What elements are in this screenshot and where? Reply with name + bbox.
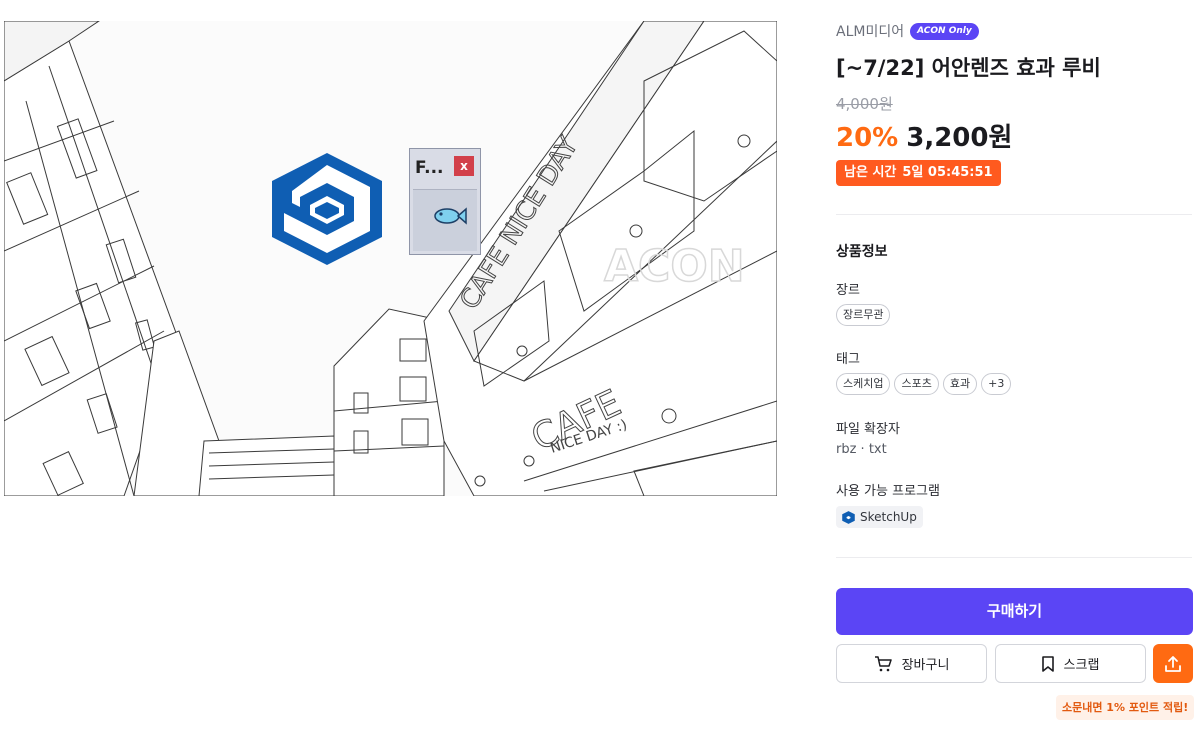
- share-button[interactable]: [1153, 644, 1193, 683]
- divider: [836, 214, 1192, 215]
- add-to-cart-button[interactable]: 장바구니: [836, 644, 987, 683]
- share-upload-icon: [1165, 655, 1181, 672]
- product-title: [~7/22] 어안렌즈 효과 루비: [836, 56, 1101, 80]
- bookmark-icon: [1041, 655, 1054, 672]
- tag-chip[interactable]: 효과: [942, 373, 978, 395]
- file-ext-label: 파일 확장자: [836, 422, 900, 437]
- genre-chip[interactable]: 장르무관: [836, 304, 891, 326]
- tag-chip[interactable]: 스포츠: [894, 373, 939, 395]
- share-promo-tooltip: 소문내면 1% 포인트 적립!: [1056, 695, 1195, 720]
- sketchup-icon: [842, 510, 855, 524]
- tag-chips: 스케치업 스포츠 효과 +3: [836, 373, 1012, 395]
- scrap-label: 스크랩: [1063, 658, 1100, 673]
- close-icon: x: [454, 156, 474, 176]
- sketchup-logo-icon: [272, 153, 382, 265]
- tags-label: 태그: [836, 352, 860, 367]
- cart-icon: [874, 655, 892, 671]
- scrap-button[interactable]: 스크랩: [995, 644, 1146, 683]
- brand-name[interactable]: ALM미디어: [836, 21, 904, 41]
- timer-value: 5일 05:45:51: [902, 165, 993, 180]
- discount-rate: 20%: [836, 123, 899, 153]
- section-title: 상품정보: [836, 244, 888, 260]
- genre-chips: 장르무관: [836, 304, 891, 326]
- price-row: 20% 3,200원: [836, 117, 1012, 154]
- tag-chip[interactable]: 스케치업: [836, 373, 891, 395]
- remaining-time-badge: 남은 시간 5일 05:45:51: [836, 160, 1001, 186]
- fish-icon: [434, 207, 467, 225]
- genre-label: 장르: [836, 283, 860, 298]
- product-image[interactable]: CAFE NICE DAY CAFE NICE DAY :) ACON F...…: [4, 21, 777, 496]
- divider: [836, 557, 1192, 558]
- acon-only-badge: ACON Only: [910, 22, 979, 40]
- timer-label: 남은 시간: [844, 165, 897, 180]
- fisheye-building-illustration: CAFE NICE DAY CAFE NICE DAY :) ACON: [4, 21, 777, 496]
- program-chip-sketchup[interactable]: SketchUp: [836, 506, 923, 528]
- buy-button[interactable]: 구매하기: [836, 588, 1193, 635]
- watermark: ACON: [604, 241, 745, 292]
- program-name: SketchUp: [860, 510, 917, 524]
- more-tags-chip[interactable]: +3: [981, 373, 1012, 395]
- programs-label: 사용 가능 프로그램: [836, 484, 940, 499]
- plugin-window: F... x: [409, 148, 481, 255]
- sale-price: 3,200원: [906, 123, 1013, 153]
- file-ext-value: rbz · txt: [836, 442, 887, 457]
- original-price: 4,000원: [836, 95, 893, 113]
- brand-row: ALM미디어 ACON Only: [836, 21, 979, 41]
- cart-label: 장바구니: [901, 658, 950, 673]
